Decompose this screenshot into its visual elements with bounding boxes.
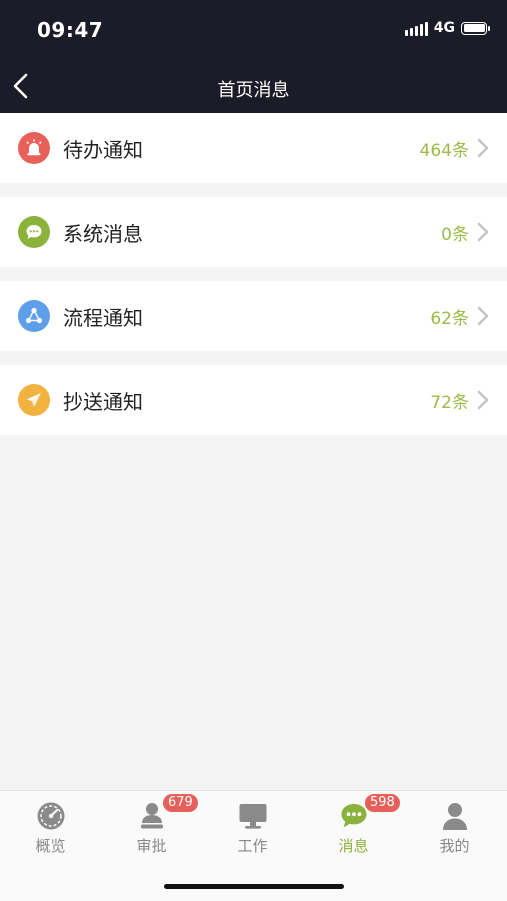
- page-title: 首页消息: [217, 80, 290, 101]
- chevron-right-icon: [477, 222, 489, 242]
- approval-badge: 679: [163, 794, 198, 812]
- chat-bubble-icon: [341, 804, 366, 828]
- workflow-icon: [18, 300, 50, 332]
- network-type: 4G: [433, 20, 455, 36]
- list-item-workflow[interactable]: 流程通知 62条: [0, 281, 507, 351]
- person-icon: [442, 803, 467, 830]
- tab-label: 概览: [35, 837, 66, 855]
- tab-approval[interactable]: 679 审批: [101, 791, 202, 861]
- status-indicators: 4G: [404, 20, 490, 36]
- tab-label: 工作: [237, 837, 268, 855]
- user-stamp-icon: [140, 803, 163, 829]
- signal-icon: [404, 20, 428, 36]
- list-item-count: 0条: [441, 224, 469, 245]
- chevron-right-icon: [477, 306, 489, 326]
- list-item-count: 72条: [430, 392, 469, 413]
- monitor-icon: [239, 804, 266, 829]
- chevron-right-icon: [477, 138, 489, 158]
- list-item-todo[interactable]: 待办通知 464条: [0, 113, 507, 183]
- messages-badge: 598: [365, 794, 400, 812]
- alarm-icon: [18, 132, 50, 164]
- list-item-label: 系统消息: [63, 221, 143, 246]
- tab-messages[interactable]: 598 消息: [303, 791, 404, 861]
- top-header: 09:47 4G 首页消息: [0, 0, 507, 113]
- list-item-cc[interactable]: 抄送通知 72条: [0, 365, 507, 435]
- list-item-label: 流程通知: [63, 305, 143, 330]
- list-item-count: 464条: [419, 140, 469, 161]
- list-item-label: 待办通知: [63, 137, 143, 162]
- list-item-system[interactable]: 系统消息 0条: [0, 197, 507, 267]
- chevron-right-icon: [477, 390, 489, 410]
- tab-label: 审批: [136, 837, 167, 855]
- tab-overview[interactable]: 概览: [0, 791, 101, 861]
- tab-work[interactable]: 工作: [202, 791, 303, 861]
- tab-me[interactable]: 我的: [404, 791, 505, 861]
- tab-label: 消息: [338, 837, 369, 855]
- tab-label: 我的: [439, 837, 470, 855]
- chat-bubble-icon: [18, 216, 50, 248]
- dashboard-icon: [37, 802, 64, 830]
- battery-icon: [461, 21, 490, 35]
- list-item-label: 抄送通知: [63, 389, 143, 414]
- home-indicator: [164, 884, 344, 889]
- status-time: 09:47: [37, 18, 104, 42]
- list-item-count: 62条: [430, 308, 469, 329]
- paper-plane-icon: [18, 384, 50, 416]
- message-list: 待办通知 464条 系统消息 0条 流程通知 62条 抄送通知 72条: [0, 113, 507, 449]
